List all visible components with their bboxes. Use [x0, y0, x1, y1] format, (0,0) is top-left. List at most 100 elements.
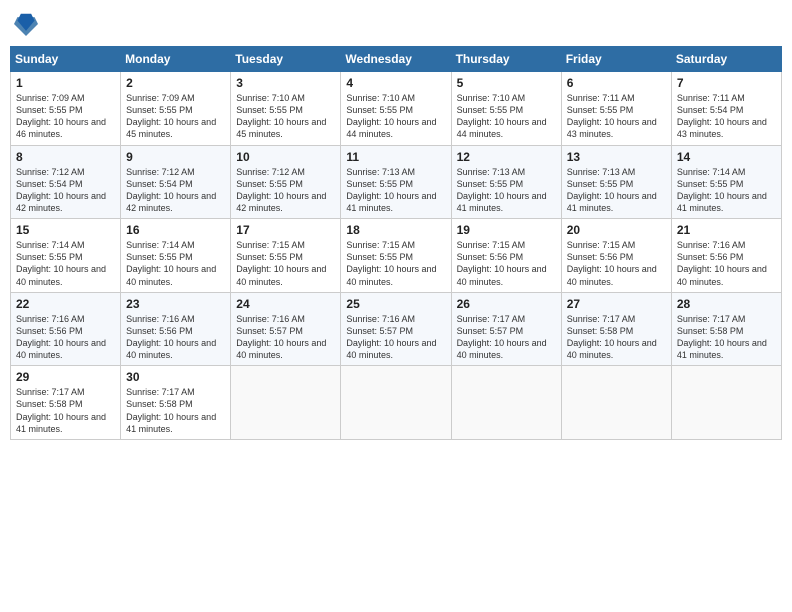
- cell-content: Sunrise: 7:09 AM Sunset: 5:55 PM Dayligh…: [16, 92, 115, 141]
- cell-content: Sunrise: 7:15 AM Sunset: 5:55 PM Dayligh…: [346, 239, 445, 288]
- day-number: 12: [457, 150, 556, 164]
- calendar-cell: 1 Sunrise: 7:09 AM Sunset: 5:55 PM Dayli…: [11, 72, 121, 146]
- day-number: 13: [567, 150, 666, 164]
- cell-content: Sunrise: 7:13 AM Sunset: 5:55 PM Dayligh…: [346, 166, 445, 215]
- day-number: 26: [457, 297, 556, 311]
- weekday-header: Friday: [561, 47, 671, 72]
- calendar-cell: 4 Sunrise: 7:10 AM Sunset: 5:55 PM Dayli…: [341, 72, 451, 146]
- day-number: 10: [236, 150, 335, 164]
- cell-content: Sunrise: 7:10 AM Sunset: 5:55 PM Dayligh…: [236, 92, 335, 141]
- day-number: 15: [16, 223, 115, 237]
- day-number: 18: [346, 223, 445, 237]
- calendar-cell: 14 Sunrise: 7:14 AM Sunset: 5:55 PM Dayl…: [671, 145, 781, 219]
- day-number: 19: [457, 223, 556, 237]
- calendar-cell: 21 Sunrise: 7:16 AM Sunset: 5:56 PM Dayl…: [671, 219, 781, 293]
- cell-content: Sunrise: 7:16 AM Sunset: 5:56 PM Dayligh…: [126, 313, 225, 362]
- cell-content: Sunrise: 7:14 AM Sunset: 5:55 PM Dayligh…: [16, 239, 115, 288]
- day-number: 4: [346, 76, 445, 90]
- cell-content: Sunrise: 7:12 AM Sunset: 5:55 PM Dayligh…: [236, 166, 335, 215]
- day-number: 27: [567, 297, 666, 311]
- day-number: 30: [126, 370, 225, 384]
- calendar-week-row: 15 Sunrise: 7:14 AM Sunset: 5:55 PM Dayl…: [11, 219, 782, 293]
- weekday-header: Wednesday: [341, 47, 451, 72]
- logo: [14, 10, 42, 38]
- calendar-cell: 5 Sunrise: 7:10 AM Sunset: 5:55 PM Dayli…: [451, 72, 561, 146]
- day-number: 6: [567, 76, 666, 90]
- calendar-cell: 8 Sunrise: 7:12 AM Sunset: 5:54 PM Dayli…: [11, 145, 121, 219]
- day-number: 3: [236, 76, 335, 90]
- day-number: 21: [677, 223, 776, 237]
- cell-content: Sunrise: 7:15 AM Sunset: 5:56 PM Dayligh…: [457, 239, 556, 288]
- cell-content: Sunrise: 7:17 AM Sunset: 5:58 PM Dayligh…: [16, 386, 115, 435]
- calendar-cell: 11 Sunrise: 7:13 AM Sunset: 5:55 PM Dayl…: [341, 145, 451, 219]
- calendar-cell: [671, 366, 781, 440]
- day-number: 17: [236, 223, 335, 237]
- day-number: 14: [677, 150, 776, 164]
- day-number: 16: [126, 223, 225, 237]
- cell-content: Sunrise: 7:16 AM Sunset: 5:56 PM Dayligh…: [16, 313, 115, 362]
- calendar-week-row: 22 Sunrise: 7:16 AM Sunset: 5:56 PM Dayl…: [11, 292, 782, 366]
- calendar-cell: 19 Sunrise: 7:15 AM Sunset: 5:56 PM Dayl…: [451, 219, 561, 293]
- calendar: SundayMondayTuesdayWednesdayThursdayFrid…: [10, 46, 782, 440]
- calendar-cell: 7 Sunrise: 7:11 AM Sunset: 5:54 PM Dayli…: [671, 72, 781, 146]
- calendar-cell: 12 Sunrise: 7:13 AM Sunset: 5:55 PM Dayl…: [451, 145, 561, 219]
- calendar-cell: [561, 366, 671, 440]
- day-number: 1: [16, 76, 115, 90]
- cell-content: Sunrise: 7:16 AM Sunset: 5:56 PM Dayligh…: [677, 239, 776, 288]
- cell-content: Sunrise: 7:13 AM Sunset: 5:55 PM Dayligh…: [567, 166, 666, 215]
- calendar-cell: 15 Sunrise: 7:14 AM Sunset: 5:55 PM Dayl…: [11, 219, 121, 293]
- day-number: 23: [126, 297, 225, 311]
- logo-icon: [14, 10, 38, 38]
- calendar-week-row: 29 Sunrise: 7:17 AM Sunset: 5:58 PM Dayl…: [11, 366, 782, 440]
- calendar-cell: 3 Sunrise: 7:10 AM Sunset: 5:55 PM Dayli…: [231, 72, 341, 146]
- weekday-header: Saturday: [671, 47, 781, 72]
- cell-content: Sunrise: 7:15 AM Sunset: 5:56 PM Dayligh…: [567, 239, 666, 288]
- calendar-week-row: 1 Sunrise: 7:09 AM Sunset: 5:55 PM Dayli…: [11, 72, 782, 146]
- day-number: 2: [126, 76, 225, 90]
- cell-content: Sunrise: 7:17 AM Sunset: 5:58 PM Dayligh…: [126, 386, 225, 435]
- cell-content: Sunrise: 7:11 AM Sunset: 5:54 PM Dayligh…: [677, 92, 776, 141]
- cell-content: Sunrise: 7:11 AM Sunset: 5:55 PM Dayligh…: [567, 92, 666, 141]
- cell-content: Sunrise: 7:14 AM Sunset: 5:55 PM Dayligh…: [126, 239, 225, 288]
- weekday-header: Monday: [121, 47, 231, 72]
- cell-content: Sunrise: 7:17 AM Sunset: 5:58 PM Dayligh…: [567, 313, 666, 362]
- calendar-cell: 16 Sunrise: 7:14 AM Sunset: 5:55 PM Dayl…: [121, 219, 231, 293]
- calendar-header-row: SundayMondayTuesdayWednesdayThursdayFrid…: [11, 47, 782, 72]
- day-number: 11: [346, 150, 445, 164]
- calendar-cell: 28 Sunrise: 7:17 AM Sunset: 5:58 PM Dayl…: [671, 292, 781, 366]
- calendar-cell: 17 Sunrise: 7:15 AM Sunset: 5:55 PM Dayl…: [231, 219, 341, 293]
- day-number: 22: [16, 297, 115, 311]
- calendar-week-row: 8 Sunrise: 7:12 AM Sunset: 5:54 PM Dayli…: [11, 145, 782, 219]
- page-header: [10, 10, 782, 38]
- calendar-cell: 13 Sunrise: 7:13 AM Sunset: 5:55 PM Dayl…: [561, 145, 671, 219]
- calendar-cell: 27 Sunrise: 7:17 AM Sunset: 5:58 PM Dayl…: [561, 292, 671, 366]
- cell-content: Sunrise: 7:16 AM Sunset: 5:57 PM Dayligh…: [346, 313, 445, 362]
- calendar-cell: 22 Sunrise: 7:16 AM Sunset: 5:56 PM Dayl…: [11, 292, 121, 366]
- calendar-cell: 30 Sunrise: 7:17 AM Sunset: 5:58 PM Dayl…: [121, 366, 231, 440]
- day-number: 28: [677, 297, 776, 311]
- cell-content: Sunrise: 7:14 AM Sunset: 5:55 PM Dayligh…: [677, 166, 776, 215]
- weekday-header: Thursday: [451, 47, 561, 72]
- day-number: 25: [346, 297, 445, 311]
- calendar-cell: 20 Sunrise: 7:15 AM Sunset: 5:56 PM Dayl…: [561, 219, 671, 293]
- calendar-cell: 25 Sunrise: 7:16 AM Sunset: 5:57 PM Dayl…: [341, 292, 451, 366]
- cell-content: Sunrise: 7:16 AM Sunset: 5:57 PM Dayligh…: [236, 313, 335, 362]
- calendar-cell: [231, 366, 341, 440]
- cell-content: Sunrise: 7:09 AM Sunset: 5:55 PM Dayligh…: [126, 92, 225, 141]
- day-number: 29: [16, 370, 115, 384]
- calendar-cell: 23 Sunrise: 7:16 AM Sunset: 5:56 PM Dayl…: [121, 292, 231, 366]
- calendar-cell: [451, 366, 561, 440]
- day-number: 7: [677, 76, 776, 90]
- cell-content: Sunrise: 7:15 AM Sunset: 5:55 PM Dayligh…: [236, 239, 335, 288]
- weekday-header: Tuesday: [231, 47, 341, 72]
- cell-content: Sunrise: 7:17 AM Sunset: 5:57 PM Dayligh…: [457, 313, 556, 362]
- cell-content: Sunrise: 7:12 AM Sunset: 5:54 PM Dayligh…: [16, 166, 115, 215]
- day-number: 8: [16, 150, 115, 164]
- day-number: 5: [457, 76, 556, 90]
- day-number: 9: [126, 150, 225, 164]
- calendar-cell: 24 Sunrise: 7:16 AM Sunset: 5:57 PM Dayl…: [231, 292, 341, 366]
- cell-content: Sunrise: 7:12 AM Sunset: 5:54 PM Dayligh…: [126, 166, 225, 215]
- cell-content: Sunrise: 7:10 AM Sunset: 5:55 PM Dayligh…: [346, 92, 445, 141]
- cell-content: Sunrise: 7:17 AM Sunset: 5:58 PM Dayligh…: [677, 313, 776, 362]
- calendar-cell: 26 Sunrise: 7:17 AM Sunset: 5:57 PM Dayl…: [451, 292, 561, 366]
